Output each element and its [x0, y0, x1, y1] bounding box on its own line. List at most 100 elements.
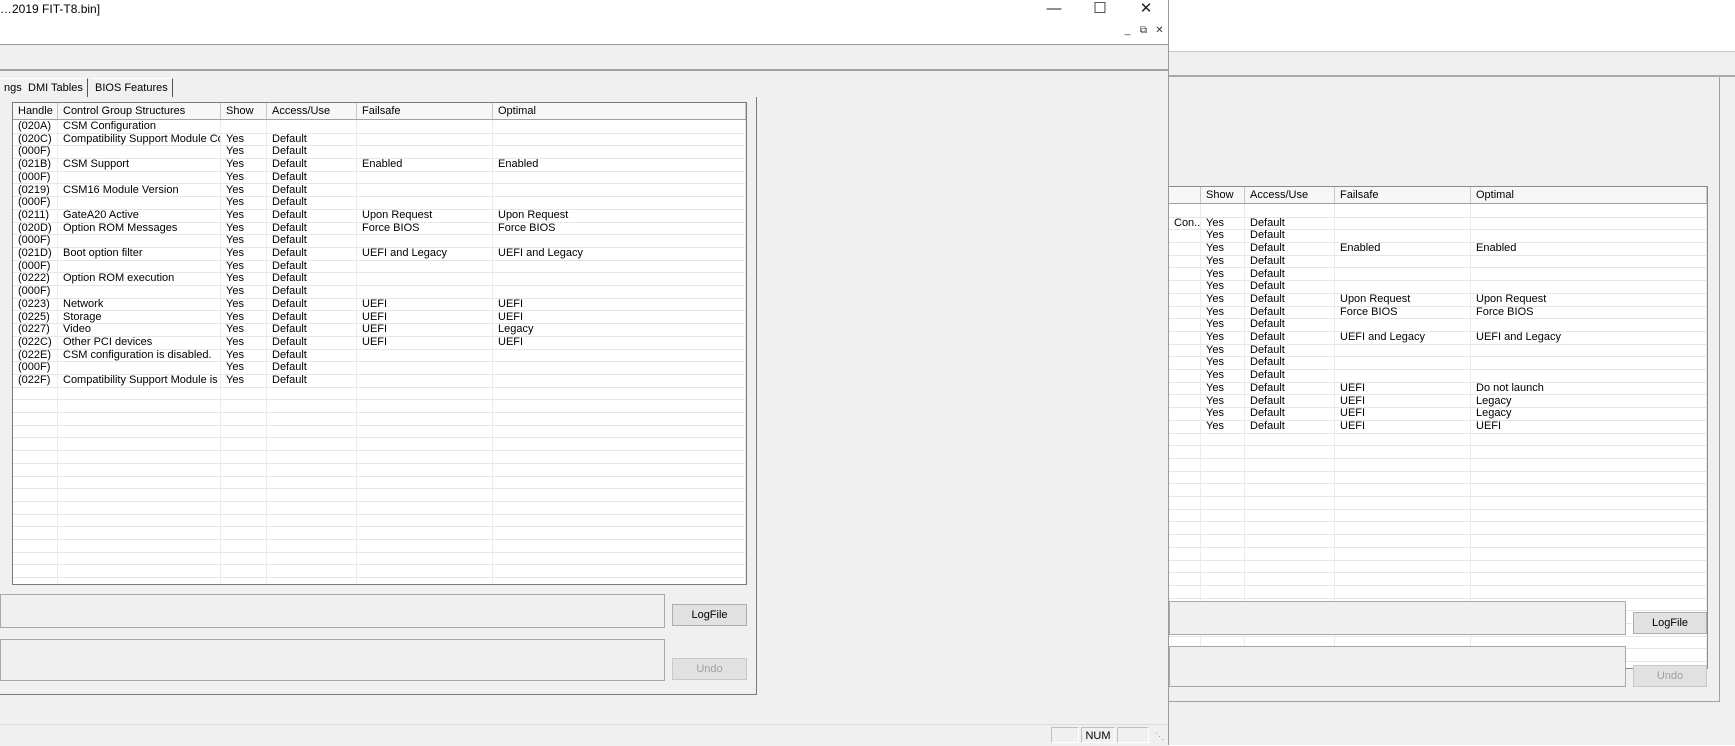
table-row[interactable] — [1169, 572, 1707, 586]
table-row[interactable] — [13, 386, 746, 401]
table-row[interactable] — [1169, 534, 1707, 548]
background-info-box[interactable] — [1169, 646, 1626, 687]
minimize-icon[interactable]: — — [1031, 0, 1077, 20]
undo-button[interactable]: Undo — [672, 658, 747, 680]
table-row[interactable]: (0222) Option ROM execution Yes Default — [13, 272, 746, 287]
table-row[interactable]: Yes Default UEFI and Legacy UEFI and Legacy — [1169, 331, 1707, 345]
table-row[interactable]: Yes Default UEFI Do not launch — [1169, 381, 1707, 396]
table-row[interactable] — [13, 475, 746, 490]
table-row[interactable] — [13, 577, 746, 584]
background-undo-button[interactable]: Undo — [1633, 665, 1707, 687]
mdi-minimize-icon[interactable]: _ — [1121, 25, 1134, 38]
table-cell: Default — [1245, 280, 1335, 293]
table-row[interactable] — [13, 501, 746, 515]
table-row[interactable] — [1169, 483, 1707, 498]
table-row[interactable] — [13, 450, 746, 464]
table-row[interactable] — [1169, 432, 1707, 447]
table-row[interactable] — [1169, 496, 1707, 510]
resize-grip-icon[interactable]: ⋱ — [1155, 731, 1164, 742]
table-row[interactable]: (022E) CSM configuration is disabled. Yes D… — [13, 348, 746, 363]
table-row[interactable]: (0211) GateA20 Active Yes Default Upon Reque… — [13, 208, 746, 223]
settings-table[interactable]: Handle Control Group Structures Show Access… — [12, 102, 747, 585]
table-row[interactable]: (020D) Option ROM Messages Yes Default Force… — [13, 221, 746, 236]
column-header[interactable]: Show — [1201, 187, 1245, 203]
table-row[interactable] — [13, 526, 746, 541]
table-row[interactable]: Yes Default Enabled Enabled — [1169, 242, 1707, 256]
table-row[interactable] — [1169, 445, 1707, 459]
table-row[interactable]: (0227) Video Yes Default UEFI Legacy — [13, 323, 746, 337]
table-row[interactable]: (021D) Boot option filter Yes Default UEFI a… — [13, 247, 746, 261]
background-description-box[interactable] — [1169, 601, 1626, 635]
table-row[interactable]: (000F) Yes Default — [13, 285, 746, 299]
column-header[interactable]: Control Group Structures — [58, 103, 221, 119]
background-settings-table[interactable]: Show Access/Use Failsafe Optimal Con... Yes De… — [1169, 186, 1708, 669]
description-box[interactable] — [0, 594, 665, 628]
table-row[interactable]: Yes Default — [1169, 267, 1707, 282]
table-row[interactable] — [13, 437, 746, 452]
table-row[interactable]: (0219) CSM16 Module Version Yes Default — [13, 183, 746, 198]
table-row[interactable] — [13, 399, 746, 414]
table-row[interactable] — [1169, 585, 1707, 599]
table-row[interactable] — [13, 424, 746, 439]
table-row[interactable]: (020A) CSM Configuration — [13, 120, 746, 134]
tab-dmi-tables[interactable]: DMI Tables — [24, 78, 88, 97]
table-row[interactable]: (000F) Yes Default — [13, 196, 746, 210]
table-row[interactable]: Yes Default UEFI UEFI — [1169, 419, 1707, 434]
table-row[interactable] — [1169, 521, 1707, 536]
table-row[interactable]: Yes Default — [1169, 318, 1707, 332]
table-row[interactable]: Yes Default — [1169, 254, 1707, 269]
table-row[interactable]: (022F) Compatibility Support Module is n.… — [13, 374, 746, 388]
table-row[interactable]: (000F) Yes Default — [13, 170, 746, 185]
column-header[interactable]: Access/Use — [1245, 187, 1335, 203]
table-row[interactable] — [13, 564, 746, 579]
column-header[interactable]: Failsafe — [1335, 187, 1471, 203]
tab-settings[interactable]: ngs — [0, 78, 27, 97]
table-row[interactable]: Yes Default UEFI Legacy — [1169, 394, 1707, 409]
table-row[interactable]: Yes Default Force BIOS Force BIOS — [1169, 305, 1707, 320]
table-row[interactable]: (000F) Yes Default — [13, 145, 746, 160]
mdi-restore-icon[interactable]: ⧉ — [1137, 25, 1150, 38]
close-icon[interactable]: ✕ — [1123, 0, 1169, 20]
table-row[interactable] — [1169, 546, 1707, 561]
table-row[interactable] — [1169, 470, 1707, 485]
column-header[interactable]: Show — [221, 103, 267, 119]
table-row[interactable] — [13, 539, 746, 553]
table-row[interactable]: Yes Default — [1169, 343, 1707, 358]
table-row[interactable] — [13, 513, 746, 528]
column-header[interactable]: Access/Use — [267, 103, 357, 119]
table-row[interactable]: (000F) Yes Default — [13, 361, 746, 375]
column-header[interactable]: Optimal — [1471, 187, 1707, 203]
table-row[interactable]: (0223) Network Yes Default UEFI UEFI — [13, 297, 746, 312]
table-row[interactable] — [13, 551, 746, 566]
table-row[interactable] — [1169, 204, 1707, 218]
table-row[interactable] — [1169, 458, 1707, 472]
logfile-button[interactable]: LogFile — [672, 604, 747, 626]
table-row[interactable] — [13, 488, 746, 502]
info-box[interactable] — [0, 639, 665, 681]
maximize-icon[interactable]: ☐ — [1077, 0, 1123, 20]
table-row[interactable]: Con... Yes Default — [1169, 216, 1707, 231]
table-row[interactable] — [13, 462, 746, 477]
table-row[interactable] — [1169, 559, 1707, 574]
table-row[interactable]: Yes Default Upon Request Upon Request — [1169, 292, 1707, 307]
table-row[interactable]: (020C)Compatibility Support Module Con..… — [13, 132, 746, 147]
column-header[interactable]: Optimal — [493, 103, 746, 119]
table-row[interactable]: Yes Default — [1169, 356, 1707, 371]
background-logfile-button[interactable]: LogFile — [1633, 612, 1707, 634]
table-row[interactable]: (0225) Storage Yes Default UEFI UEFI — [13, 310, 746, 325]
table-row[interactable]: Yes Default UEFI Legacy — [1169, 407, 1707, 421]
table-row[interactable]: (000F) Yes Default — [13, 234, 746, 248]
mdi-close-icon[interactable]: ✕ — [1153, 25, 1166, 38]
table-row[interactable] — [1169, 508, 1707, 523]
table-row[interactable]: Yes Default — [1169, 369, 1707, 383]
table-row[interactable]: (022C) Other PCI devices Yes Default UEFI UEF… — [13, 335, 746, 350]
table-row[interactable]: (021B) CSM Support Yes Default Enabled Enable… — [13, 158, 746, 172]
tab-bios-features[interactable]: BIOS Features — [91, 78, 173, 97]
table-row[interactable]: (000F) Yes Default — [13, 259, 746, 274]
column-header[interactable]: Handle — [13, 103, 58, 119]
column-header[interactable]: Failsafe — [357, 103, 493, 119]
table-row[interactable]: Yes Default — [1169, 229, 1707, 244]
table-row[interactable]: Yes Default — [1169, 280, 1707, 294]
column-header[interactable] — [1169, 187, 1201, 203]
table-row[interactable] — [13, 412, 746, 426]
